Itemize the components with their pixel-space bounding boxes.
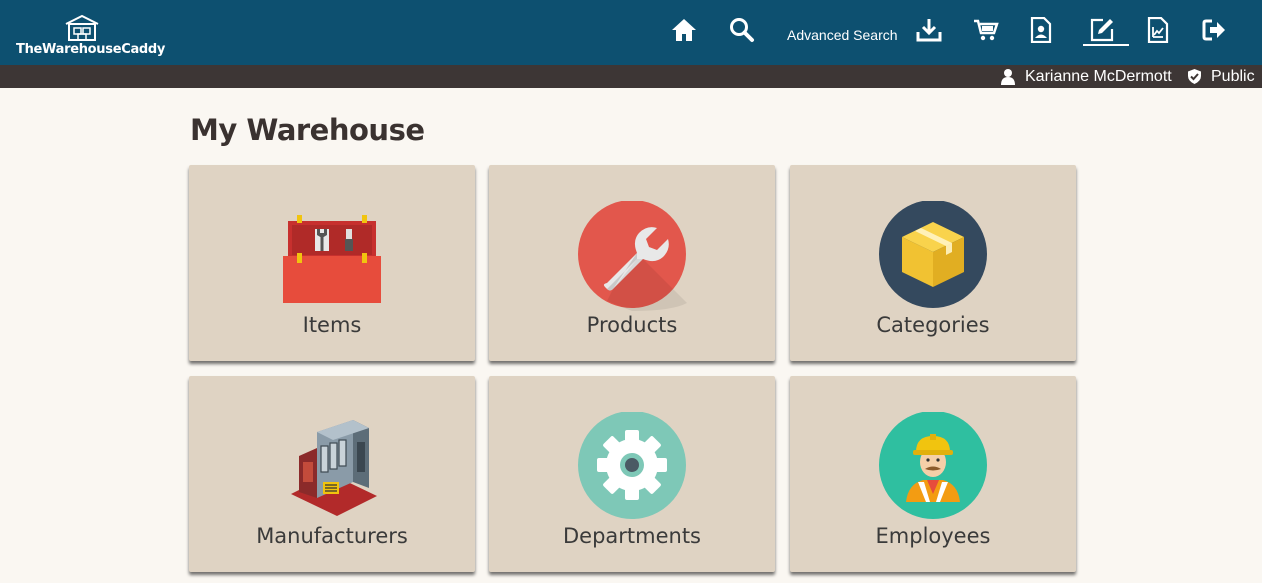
- toolbox-icon: [277, 201, 387, 311]
- tile-items[interactable]: Items: [189, 165, 475, 361]
- tile-label: Products: [586, 313, 678, 337]
- top-navbar: TheWarehouseCaddy Advanced Search: [0, 0, 1262, 65]
- app-name: TheWarehouseCaddy: [16, 42, 166, 57]
- report-chart-icon[interactable]: [1143, 14, 1173, 46]
- app-logo[interactable]: TheWarehouseCaddy: [14, 12, 165, 60]
- shield-check-icon: [1186, 68, 1203, 85]
- worker-icon: [878, 412, 988, 522]
- advanced-search-link[interactable]: Advanced Search: [787, 27, 898, 43]
- visibility-status[interactable]: Public: [1211, 68, 1255, 86]
- download-icon[interactable]: [914, 14, 944, 46]
- edit-icon[interactable]: [1087, 14, 1117, 46]
- tile-manufacturers[interactable]: Manufacturers: [189, 376, 475, 572]
- gear-icon: [577, 412, 687, 522]
- tile-employees[interactable]: Employees: [790, 376, 1076, 572]
- tile-departments[interactable]: Departments: [489, 376, 775, 572]
- active-nav-indicator: [1083, 44, 1129, 46]
- tile-label: Departments: [562, 524, 702, 548]
- page-title: My Warehouse: [190, 113, 425, 147]
- logout-icon[interactable]: [1200, 14, 1230, 46]
- cart-icon[interactable]: [971, 14, 1001, 46]
- wrench-icon: [577, 201, 687, 311]
- tile-label: Categories: [876, 313, 990, 337]
- factory-icon: [277, 412, 387, 522]
- user-icon: [1000, 68, 1016, 85]
- user-name[interactable]: Karianne McDermott: [1025, 68, 1172, 86]
- user-bar: Karianne McDermott Public: [0, 65, 1262, 88]
- box-icon: [878, 201, 988, 311]
- home-icon[interactable]: [669, 14, 699, 46]
- tile-categories[interactable]: Categories: [790, 165, 1076, 361]
- search-icon[interactable]: [727, 14, 757, 46]
- tile-label: Items: [302, 313, 362, 337]
- profile-document-icon[interactable]: [1026, 14, 1056, 46]
- tile-products[interactable]: Products: [489, 165, 775, 361]
- warehouse-logo-icon: [65, 14, 99, 41]
- tile-label: Manufacturers: [256, 524, 408, 548]
- tile-label: Employees: [875, 524, 991, 548]
